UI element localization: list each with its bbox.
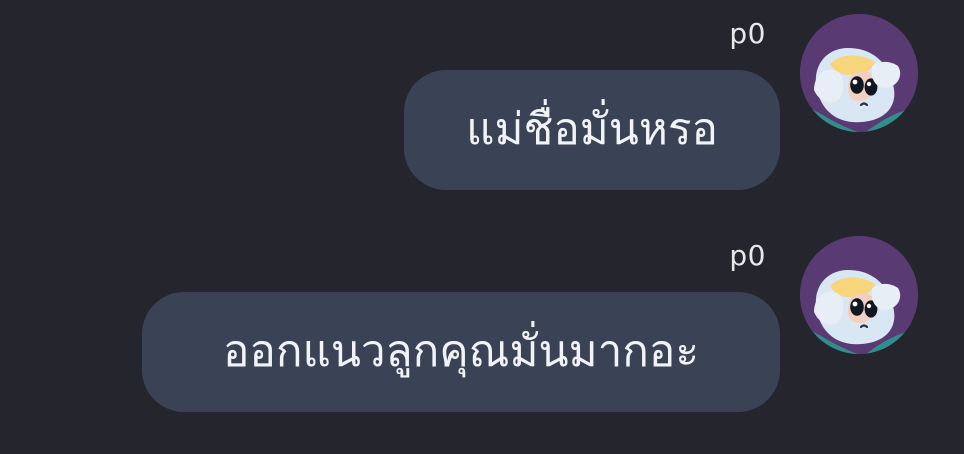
chat-thread: p0 แม่ชื่อมั่นหรอ p0 ออกแนวลูกคุณมั่นมาก [0, 0, 964, 454]
message-row: p0 ออกแนวลูกคุณมั่นมากอะ [0, 222, 964, 432]
message-row: p0 แม่ชื่อมั่นหรอ [0, 0, 964, 210]
message-bubble[interactable]: ออกแนวลูกคุณมั่นมากอะ [142, 292, 780, 412]
powerpuff-girl-avatar-icon[interactable] [800, 14, 918, 132]
powerpuff-girl-avatar-icon[interactable] [800, 236, 918, 354]
sender-name: p0 [729, 239, 766, 272]
sender-name: p0 [729, 17, 766, 50]
message-bubble[interactable]: แม่ชื่อมั่นหรอ [404, 70, 780, 190]
